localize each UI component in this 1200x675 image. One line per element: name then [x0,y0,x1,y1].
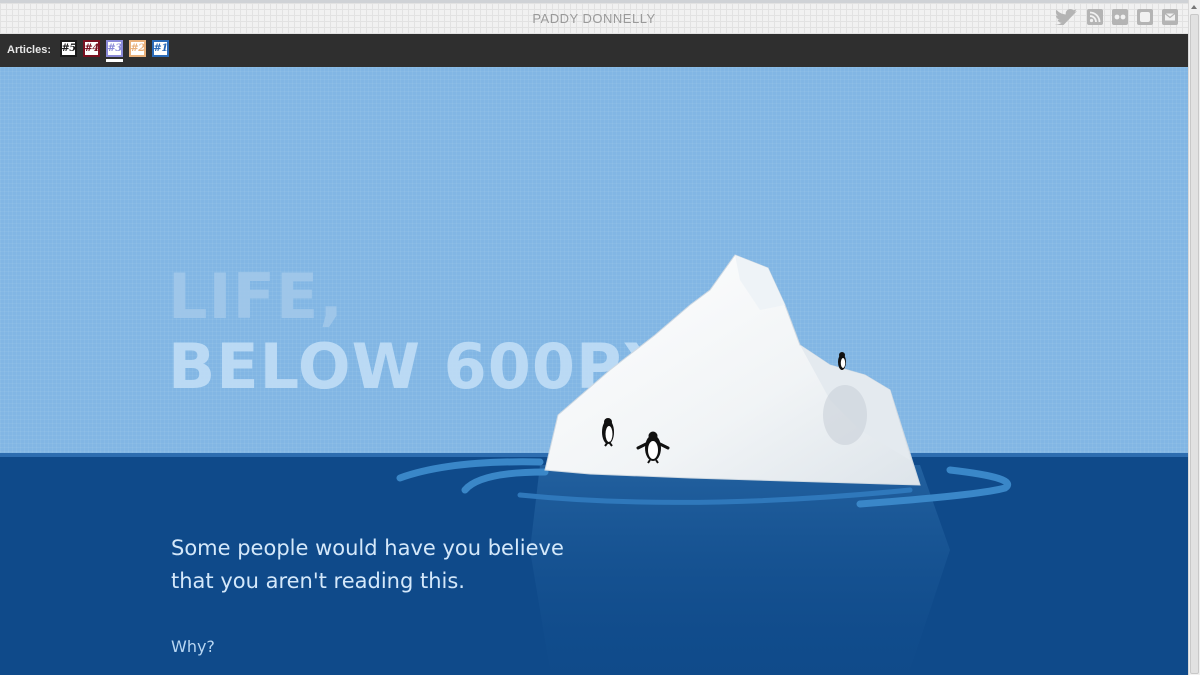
articles-label: Articles: [7,44,52,56]
intro-line-1: Some people would have you believe [171,536,564,560]
articles-nav: Articles: #5 #4 #3 #2 #1 [0,34,1188,67]
article-links: #5 #4 #3 #2 #1 [60,40,169,62]
rss-icon[interactable] [1087,9,1103,25]
scroll-up-arrow-icon[interactable] [1189,2,1199,12]
why-link[interactable]: Why? [171,637,215,656]
flickr-icon[interactable] [1112,9,1128,25]
twitter-icon[interactable] [1054,9,1078,25]
article-link-1[interactable]: #1 [152,40,169,57]
iceberg-body [544,254,921,486]
site-header: PADDY DONNELLY [0,0,1188,34]
article-link-5[interactable]: #5 [60,40,77,57]
dribbble-icon[interactable] [1137,9,1153,25]
iceberg-shadow-spot [823,385,867,445]
ripple-left-inner [461,468,549,494]
page-scrollbar[interactable] [1188,0,1200,675]
social-links [1054,9,1178,25]
article-link-4[interactable]: #4 [83,40,100,57]
scroll-thumb[interactable] [1190,14,1199,674]
article-link-3[interactable]: #3 [106,40,123,62]
iceberg-illustration [396,254,1011,670]
intro-line-2: that you aren't reading this. [171,569,465,593]
site-name[interactable]: PADDY DONNELLY [0,11,1188,26]
email-icon[interactable] [1162,9,1178,25]
penguin-right [838,352,846,370]
article-link-2[interactable]: #2 [129,40,146,57]
intro-text: Some people would have you believe that … [171,532,631,598]
